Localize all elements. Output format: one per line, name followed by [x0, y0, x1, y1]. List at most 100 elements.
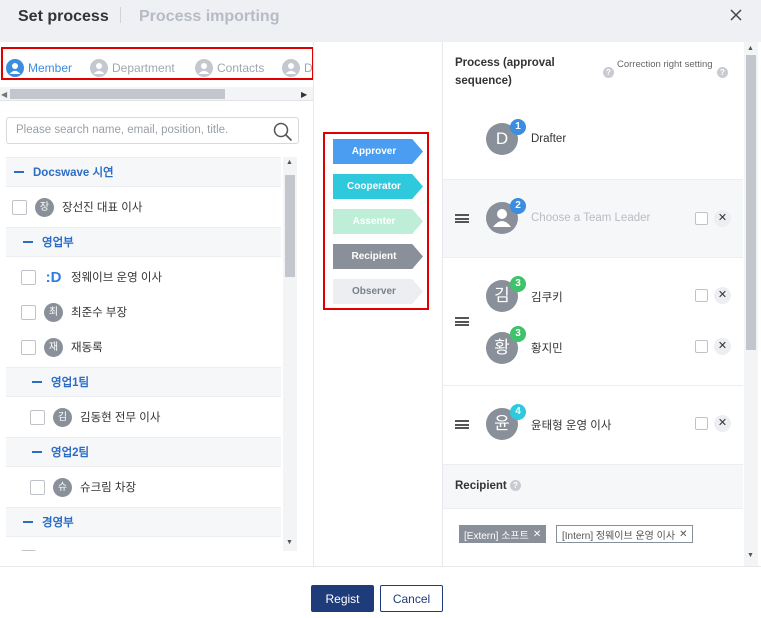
remove-icon[interactable]: ✕ [714, 287, 731, 304]
tree-label: 정웨이브 운영 이사 [71, 272, 163, 284]
remove-icon[interactable]: ✕ [714, 210, 731, 227]
member-checkbox[interactable] [21, 549, 36, 551]
cooperator-name: 김쿠키 [531, 292, 563, 304]
search-input[interactable] [16, 124, 266, 136]
search-icon[interactable] [272, 121, 294, 143]
member-checkbox[interactable] [21, 339, 36, 355]
member-checkbox[interactable] [21, 304, 36, 320]
scroll-up-icon[interactable]: ▲ [747, 45, 754, 52]
scroll-thumb[interactable] [10, 89, 225, 99]
correction-checkbox[interactable] [695, 212, 708, 225]
step-recipient: 윤 4 윤태형 운영 이사 ✕ [443, 386, 743, 465]
tab-contacts[interactable]: Contacts [195, 59, 264, 77]
tab-label: Member [28, 61, 73, 75]
dialog-header: Set process Process importing [0, 0, 761, 42]
tree-member[interactable]: 김 김동현 전무 이사 [6, 402, 281, 432]
scroll-left-icon[interactable]: ◀ [1, 90, 7, 99]
tree-member[interactable]: 장 장선진 대표 이사 [6, 192, 281, 222]
collapse-icon[interactable] [23, 241, 33, 243]
tree-label: 영업2팀 [51, 447, 90, 459]
correction-text: Correction right setting [617, 59, 713, 70]
tree-scrollbar[interactable]: ▲ ▼ [283, 157, 297, 551]
recipient-chip[interactable]: [Intern] 정웨이브 운영 이사 ✕ [556, 525, 694, 543]
tree-member[interactable]: 재 재동록 [6, 332, 281, 362]
tree-group[interactable]: Docswave 시연 [6, 157, 281, 187]
correction-checkbox[interactable] [695, 289, 708, 302]
tab-set-process[interactable]: Set process [18, 8, 109, 26]
correction-checkbox[interactable] [695, 417, 708, 430]
drag-handle-icon[interactable] [455, 214, 469, 223]
tree-label: 영업부 [42, 237, 74, 249]
correction-right-label: Correction right setting [617, 58, 717, 71]
tree-member[interactable]: 슈 슈크림 차장 [6, 472, 281, 502]
member-checkbox[interactable] [30, 409, 45, 425]
correction-checkbox[interactable] [695, 340, 708, 353]
scroll-down-icon[interactable]: ▼ [747, 552, 754, 559]
step-number-badge: 3 [510, 276, 526, 292]
scroll-down-icon[interactable]: ▼ [286, 539, 293, 546]
member-checkbox[interactable] [21, 269, 36, 285]
recipient-title: Recipient ? [455, 480, 521, 492]
scroll-thumb[interactable] [285, 175, 295, 277]
scroll-right-icon[interactable]: ▶ [301, 90, 307, 99]
tree-label: 최준수 부장 [71, 307, 128, 319]
drag-handle-icon[interactable] [455, 317, 469, 326]
avatar: :D [44, 547, 63, 551]
recipient-chip[interactable]: [Extern] 소프트 ✕ [459, 525, 547, 543]
tree-label: 재동록 [71, 342, 103, 354]
regist-button[interactable]: Regist [311, 585, 374, 612]
drag-handle-icon[interactable] [455, 420, 469, 429]
step-number-badge: 1 [510, 119, 526, 135]
tab-department[interactable]: Department [90, 59, 175, 77]
role-button-assenter[interactable]: Assenter [333, 209, 423, 234]
role-button-observer[interactable]: Observer [333, 279, 423, 304]
collapse-icon[interactable] [14, 171, 24, 173]
role-button-approver[interactable]: Approver [333, 139, 423, 164]
role-button-cooperator[interactable]: Cooperator [333, 174, 423, 199]
collapse-icon[interactable] [32, 451, 42, 453]
team-leader-placeholder[interactable]: Choose a Team Leader [531, 212, 650, 224]
tree-group[interactable]: 영업1팀 [6, 367, 281, 397]
scroll-thumb[interactable] [746, 55, 756, 350]
remove-icon[interactable]: ✕ [714, 338, 731, 355]
tab-member[interactable]: Member [6, 59, 72, 77]
remove-icon[interactable]: ✕ [714, 415, 731, 432]
process-title-text: Process (approval sequence) [455, 57, 555, 87]
person-icon [282, 59, 300, 77]
cancel-button[interactable]: Cancel [380, 585, 443, 612]
help-icon[interactable]: ? [717, 67, 728, 78]
tree-member[interactable]: 최 최준수 부장 [6, 297, 281, 327]
person-icon [90, 59, 108, 77]
avatar: 김 [53, 407, 72, 427]
tree-label: 경영부 [42, 517, 74, 529]
member-checkbox[interactable] [12, 199, 27, 215]
person-icon [195, 59, 213, 77]
tree-group[interactable]: 경영부 [6, 507, 281, 537]
tree-member[interactable]: :D [6, 542, 281, 551]
role-buttons: Approver Cooperator Assenter Recipient Obser… [323, 132, 429, 310]
tab-process-importing[interactable]: Process importing [139, 8, 279, 26]
collapse-icon[interactable] [32, 381, 42, 383]
chip-label: [Extern] 소프트 [464, 530, 529, 542]
tab-more[interactable]: D [282, 59, 313, 77]
horizontal-scrollbar[interactable]: ◀ ▶ [0, 87, 313, 101]
chip-label: [Intern] 정웨이브 운영 이사 [562, 530, 676, 542]
tab-divider [120, 7, 121, 23]
scroll-up-icon[interactable]: ▲ [286, 159, 293, 166]
person-icon [6, 59, 24, 77]
help-icon[interactable]: ? [603, 67, 614, 78]
avatar: 최 [44, 302, 63, 322]
collapse-icon[interactable] [23, 521, 33, 523]
close-icon[interactable] [727, 6, 745, 24]
avatar: 슈 [53, 477, 72, 497]
role-button-recipient[interactable]: Recipient [333, 244, 423, 269]
panel-divider [313, 42, 314, 566]
tree-member[interactable]: :D 정웨이브 운영 이사 [6, 262, 281, 292]
remove-chip-icon[interactable]: ✕ [679, 529, 687, 540]
help-icon[interactable]: ? [509, 480, 521, 492]
member-checkbox[interactable] [30, 479, 45, 495]
remove-chip-icon[interactable]: ✕ [533, 529, 541, 540]
tree-group[interactable]: 영업부 [6, 227, 281, 257]
tree-group[interactable]: 영업2팀 [6, 437, 281, 467]
process-scrollbar[interactable]: ▲ ▼ [744, 42, 758, 566]
